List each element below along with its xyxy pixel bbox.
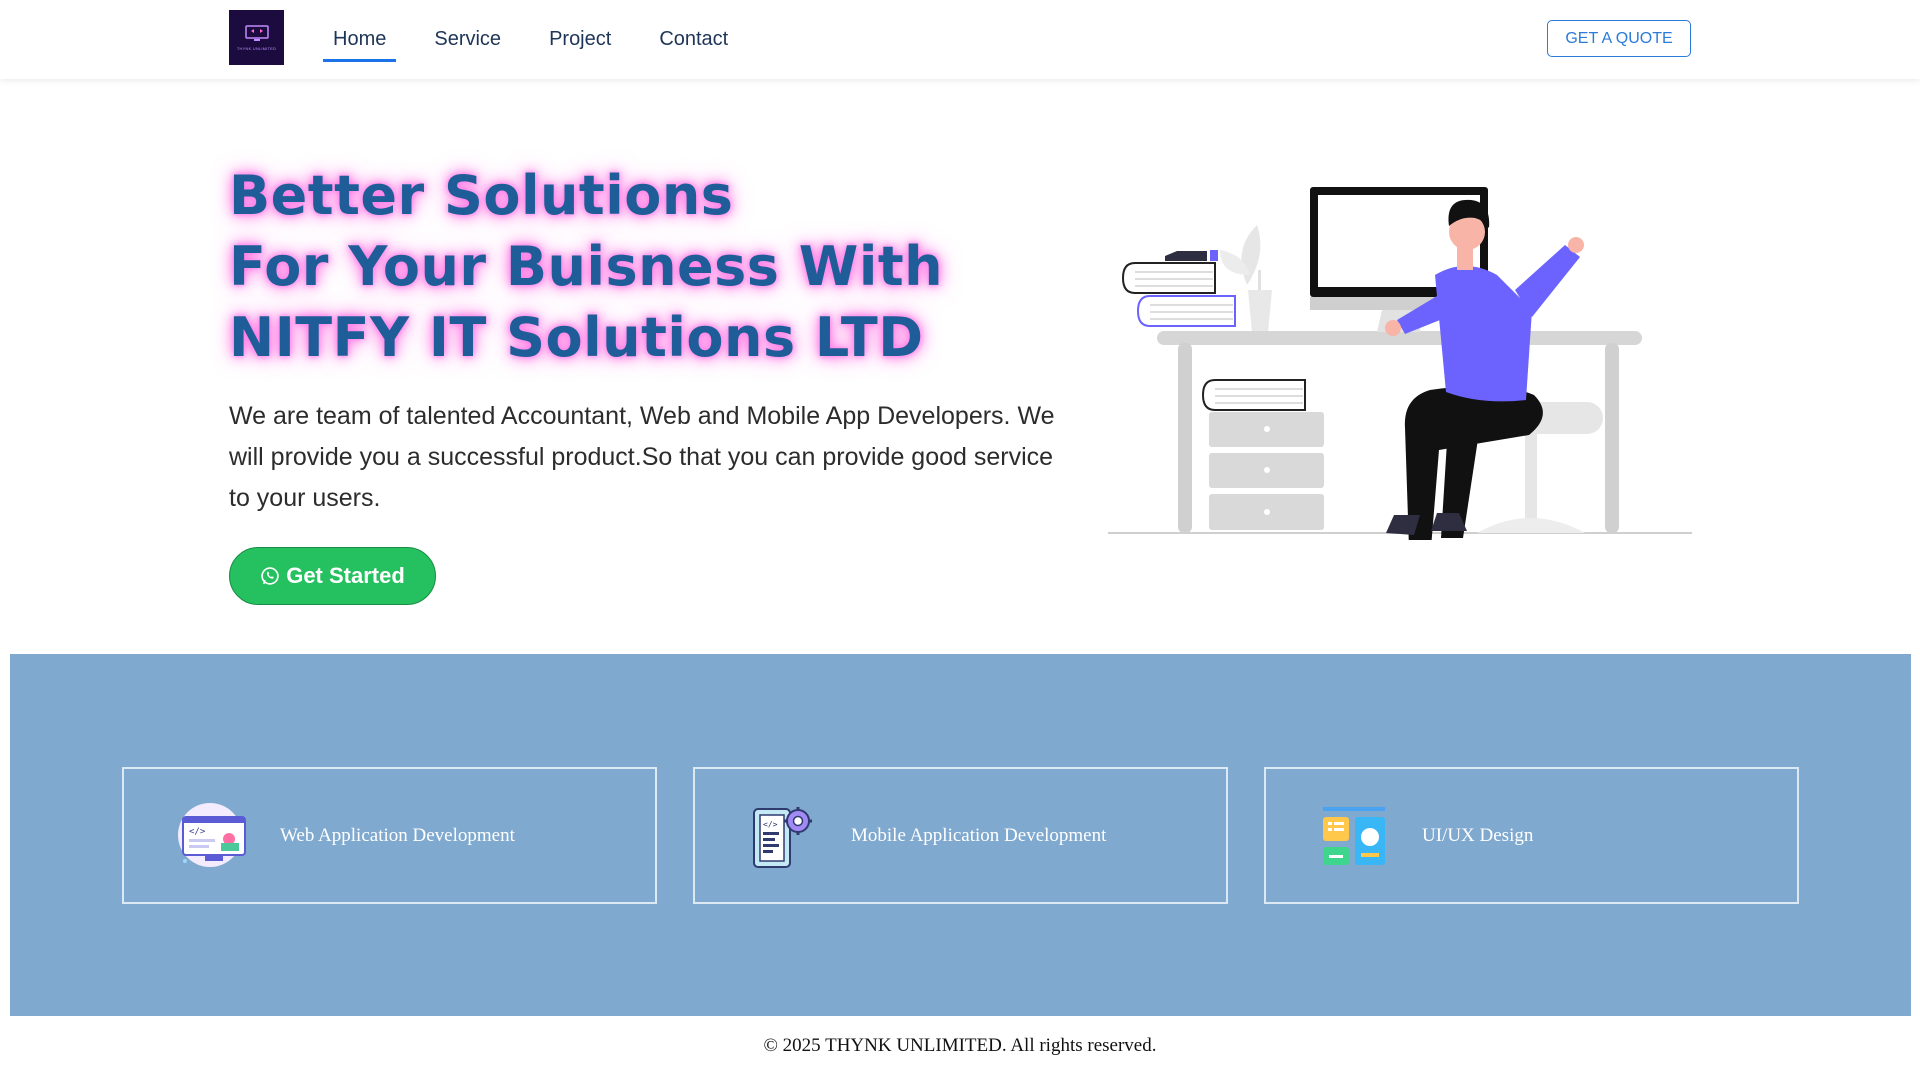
ui-ux-design-icon (1323, 806, 1385, 865)
hero-title-line: NITFY IT Solutions LTD (229, 306, 924, 369)
nav-contact-link[interactable]: Contact (649, 24, 738, 62)
service-label: Mobile Application Development (851, 824, 1107, 846)
hero-title-line: Better Solutions (229, 164, 734, 227)
nav-service-link[interactable]: Service (424, 24, 511, 62)
logo-monitor-icon (244, 24, 269, 41)
get-started-button[interactable]: Get Started (229, 547, 436, 605)
get-a-quote-button[interactable]: GET A QUOTE (1547, 20, 1691, 57)
web-development-icon: </> (178, 802, 246, 867)
svg-text:</>: </> (763, 820, 778, 829)
get-started-label: Get Started (286, 563, 405, 588)
nav-project-link[interactable]: Project (539, 24, 621, 62)
service-card-mobile-development[interactable]: </> Mobile Application Development (693, 767, 1228, 904)
svg-text:</>: </> (189, 827, 206, 837)
whatsapp-icon (261, 567, 279, 585)
nav-home-link[interactable]: Home (323, 24, 397, 62)
mobile-development-icon: </> (753, 806, 812, 868)
logo[interactable]: THYNK UNLIMITED (229, 10, 284, 65)
services-section: </> Web Application Development </> Mobi… (10, 654, 1911, 1016)
service-card-web-development[interactable]: </> Web Application Development (122, 767, 657, 904)
hero-title-line: For Your Buisness With (229, 235, 944, 298)
service-label: Web Application Development (280, 824, 515, 846)
person-at-desk-illustration (1108, 187, 1692, 540)
service-label: UI/UX Design (1422, 824, 1534, 846)
hero-description: We are team of talented Accountant, Web … (229, 402, 1055, 512)
service-card-ui-ux-design[interactable]: UI/UX Design (1264, 767, 1799, 904)
navbar: THYNK UNLIMITED Home Service Project Con… (0, 0, 1920, 79)
hero-title: Better Solutions For Your Buisness With … (229, 160, 1089, 373)
footer-copyright: © 2025 THYNK UNLIMITED. All rights reser… (763, 1035, 1157, 1056)
main-nav: Home Service Project Contact (323, 24, 766, 62)
logo-text: THYNK UNLIMITED (236, 45, 277, 51)
